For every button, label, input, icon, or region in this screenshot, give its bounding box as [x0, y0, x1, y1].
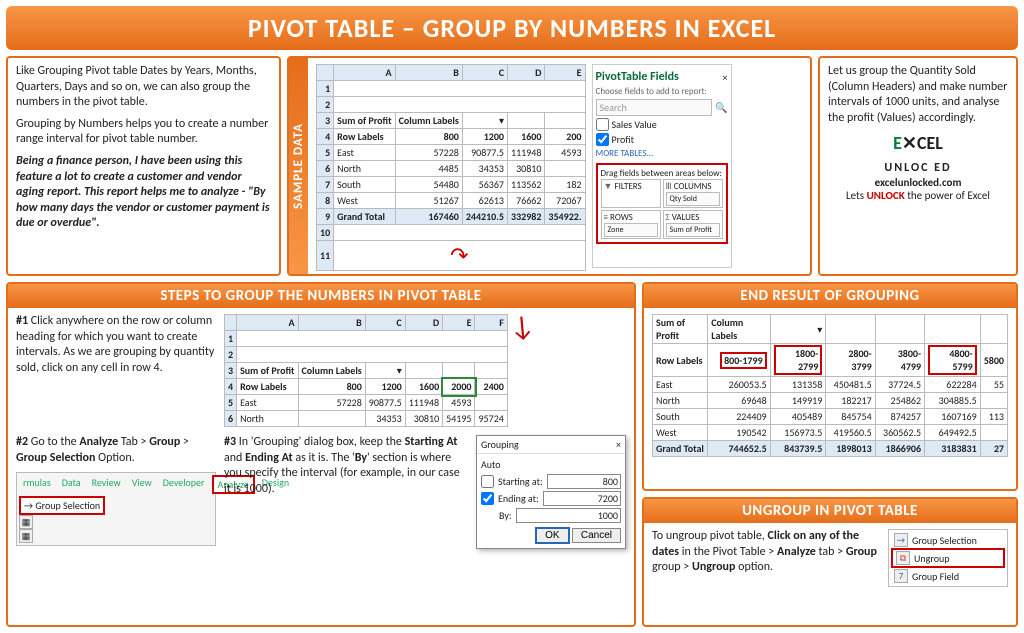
pf-check-profit[interactable] [596, 133, 609, 146]
arrow-down-icon: ↘ [503, 306, 544, 349]
topright-text: Let us group the Quantity Sold (Column H… [828, 64, 1008, 126]
sample-data-box: SAMPLE DATA ABCDE 1 2 3Sum of ProfitColu… [287, 56, 812, 276]
intro-box: Like Grouping Pivot table Dates by Years… [6, 56, 281, 276]
step-3: #3 In 'Grouping' dialog box, keep the St… [224, 435, 626, 549]
ungroup-icon: ⧉ [896, 551, 910, 565]
result-box: END RESULT OF GROUPING Sum of ProfitColu… [642, 282, 1018, 491]
close-icon[interactable]: × [723, 71, 728, 84]
brand-site: excelunlocked.com [828, 176, 1008, 189]
menu-group-field[interactable]: 7Group Field [891, 568, 1005, 584]
pf-search-input[interactable]: Search [596, 99, 713, 116]
pf-title: PivotTable Fields [596, 70, 679, 84]
steps-box: STEPS TO GROUP THE NUMBERS IN PIVOT TABL… [6, 282, 636, 627]
step-1: #1 Click anywhere on the row or column h… [16, 314, 216, 427]
sample-spreadsheet: ABCDE 1 2 3Sum of ProfitColumn Labels▾ 4… [316, 64, 586, 268]
group-selection-icon: → [894, 533, 908, 547]
brand-block: E✕CEL UNLOC ED excelunlocked.com Lets UN… [828, 132, 1008, 202]
result-table: Sum of ProfitColumn Labels▾ Row Labels 8… [652, 314, 1008, 457]
pf-more-tables[interactable]: MORE TABLES... [596, 148, 728, 159]
sample-label: SAMPLE DATA [289, 58, 308, 274]
pf-drag-area: Drag fields between areas below: ▼ FILTE… [596, 163, 728, 244]
cancel-button[interactable]: Cancel [572, 528, 621, 543]
ungroup-text: To ungroup pivot table, Click on any of … [652, 529, 882, 576]
steps-title: STEPS TO GROUP THE NUMBERS IN PIVOT TABL… [8, 284, 634, 308]
starting-at-input[interactable]: 800 [547, 474, 621, 489]
intro-p1: Like Grouping Pivot table Dates by Years… [16, 64, 271, 111]
group-menu: →Group Selection ⧉Ungroup 7Group Field [888, 529, 1008, 587]
menu-ungroup[interactable]: ⧉Ungroup [891, 548, 1005, 568]
menu-group-selection[interactable]: →Group Selection [891, 532, 1005, 548]
step-2: #2 Go to the Analyze Tab > Group > Group… [16, 435, 216, 549]
pivottable-fields-pane: PivotTable Fields × Choose fields to add… [592, 64, 732, 268]
topright-box: Let us group the Quantity Sold (Column H… [818, 56, 1018, 276]
step-1-sheet: ↘ ABCDEF 1 2 3Sum of ProfitColumn Labels… [224, 314, 626, 427]
ok-button[interactable]: OK [535, 527, 569, 544]
group-field-icon: 7 [894, 569, 908, 583]
ending-at-input[interactable]: 7200 [543, 491, 621, 506]
page-title: PIVOT TABLE – GROUP BY NUMBERS IN EXCEL [6, 6, 1018, 50]
dialog-close-icon[interactable]: × [616, 438, 621, 451]
ungroup-box: UNGROUP IN PIVOT TABLE To ungroup pivot … [642, 497, 1018, 627]
pf-check-sales[interactable] [596, 118, 609, 131]
result-title: END RESULT OF GROUPING [644, 284, 1016, 308]
starting-at-check[interactable] [481, 475, 494, 488]
search-icon[interactable]: 🔍 [715, 101, 727, 114]
intro-p2: Grouping by Numbers helps you to create … [16, 117, 271, 148]
dialog-title: Grouping [481, 438, 519, 451]
curve-arrow-icon: ↷ [450, 242, 468, 269]
group-selection-button[interactable]: → Group Selection [19, 496, 105, 515]
ending-at-check[interactable] [481, 492, 494, 505]
ungroup-title: UNGROUP IN PIVOT TABLE [644, 499, 1016, 523]
pf-choose-label: Choose fields to add to report: [596, 86, 728, 97]
by-input[interactable]: 1000 [516, 508, 621, 523]
grouping-dialog: Grouping × Auto Starting at:800 Ending a… [476, 435, 626, 549]
intro-p3: Being a finance person, I have been usin… [16, 154, 271, 232]
ribbon-mock: rmulas Data Review View Developer Analyz… [16, 472, 216, 546]
